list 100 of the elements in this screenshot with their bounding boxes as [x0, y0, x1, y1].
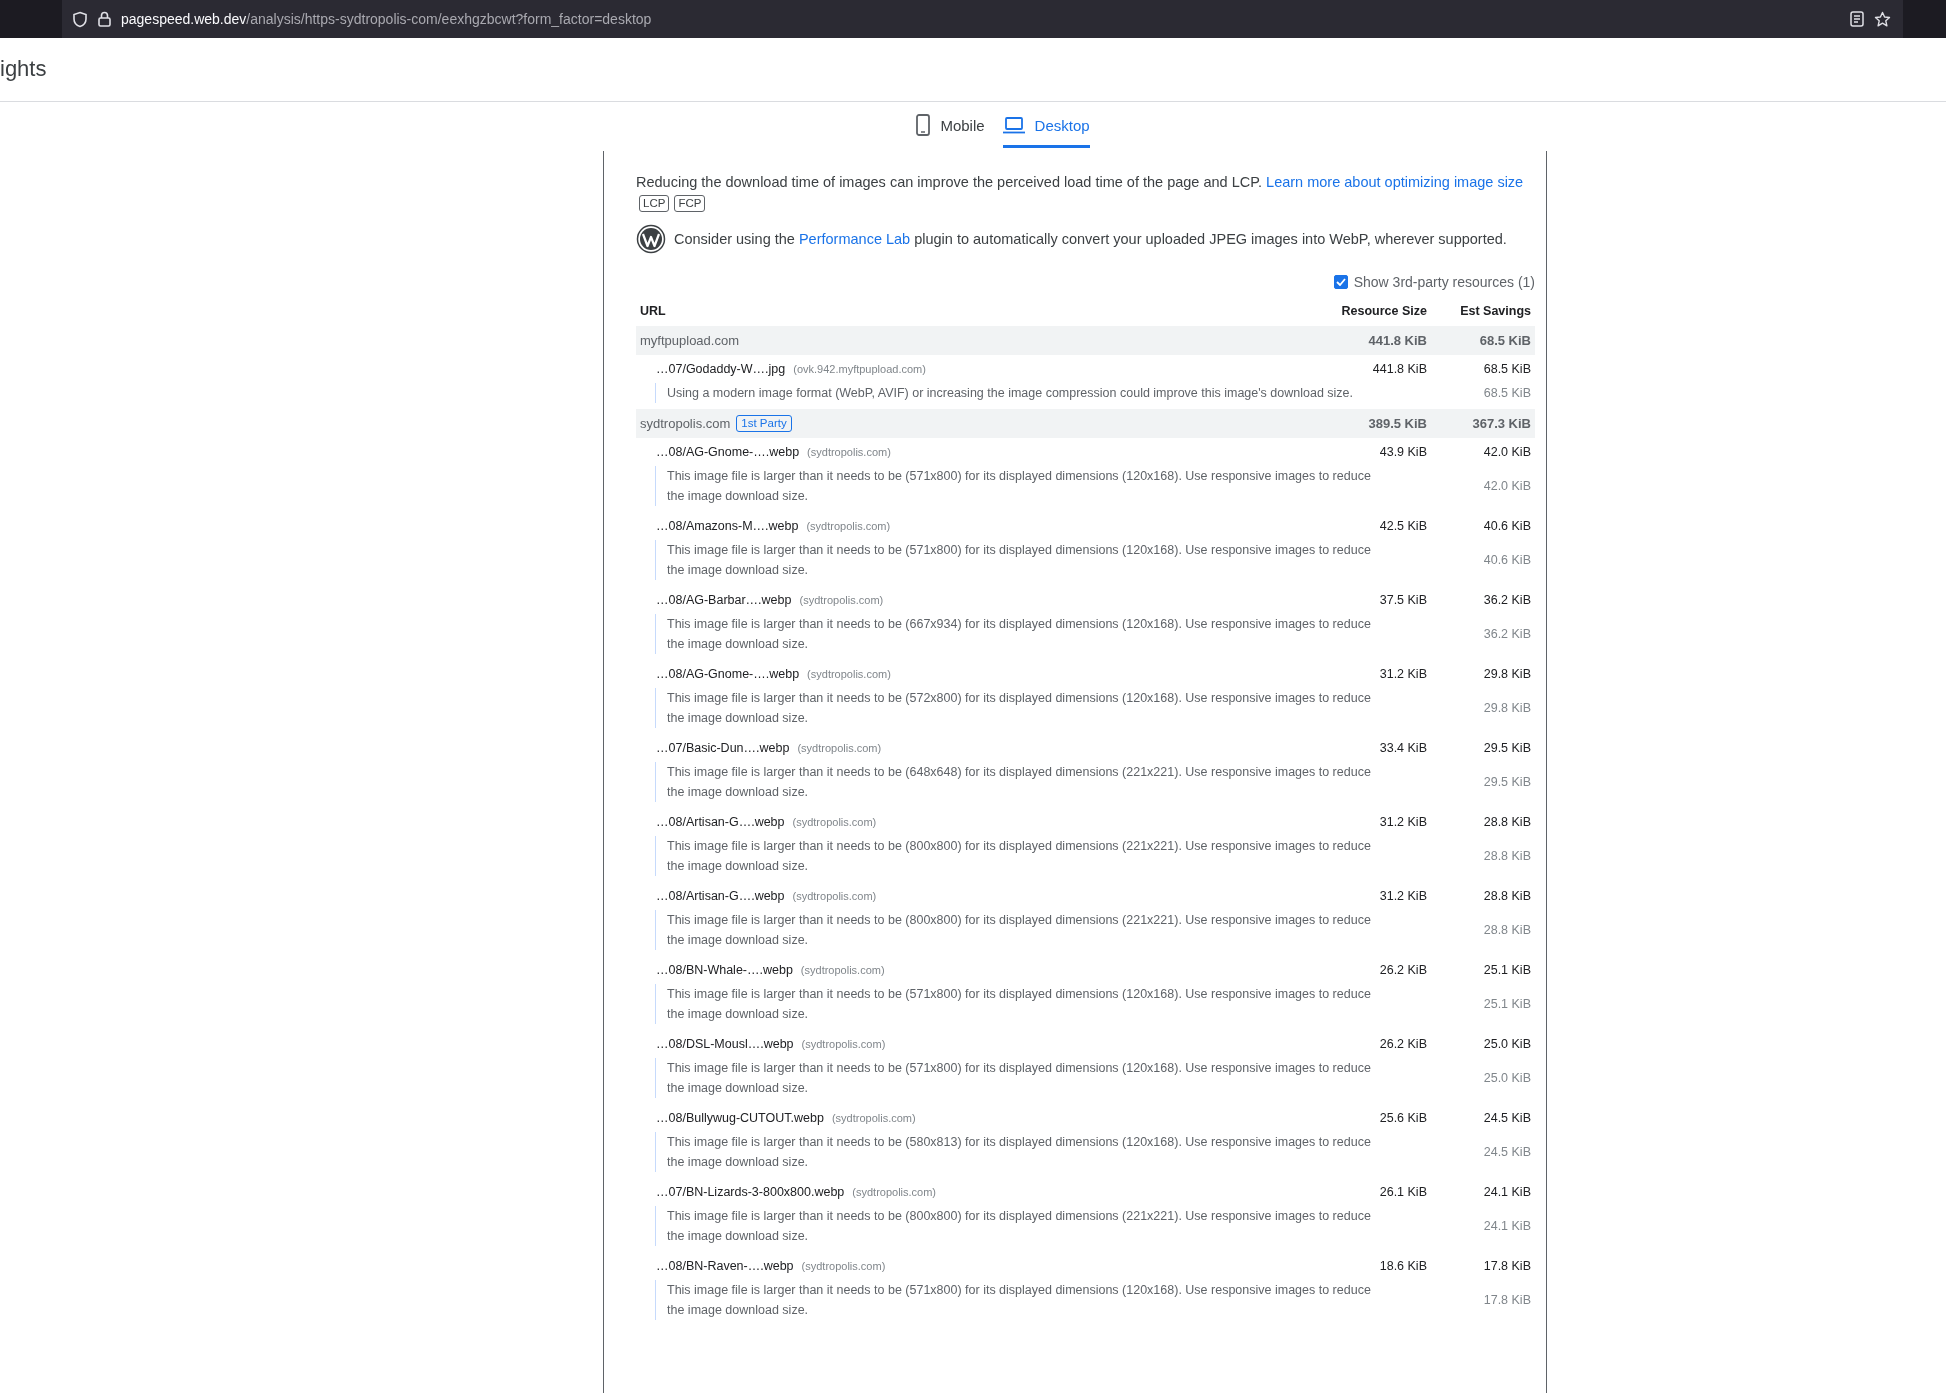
resource-description: This image file is larger than it needs to be (571x800) for its displayed dimensions (120x168). Use responsive images to reduce the image download size. — [666, 468, 1372, 505]
resource-description: Using a modern image format (WebP, AVIF) or increasing the image compression could improve this image's download size. — [666, 385, 1355, 402]
resource-url[interactable]: …08/DSL-Mousl….webp — [656, 1037, 794, 1051]
resource-host: (sydtropolis.com) — [792, 816, 877, 828]
est-savings: 36.2 KiB — [1482, 593, 1532, 607]
resource-size: 26.2 KiB — [1378, 1037, 1427, 1051]
est-savings: 24.1 KiB — [1482, 1219, 1532, 1233]
resource-url[interactable]: …08/AG-Barbar….webp — [656, 593, 792, 607]
resource-size: 18.6 KiB — [1378, 1259, 1427, 1273]
resource-url[interactable]: …08/Artisan-G….webp — [656, 889, 785, 903]
audit-description: Reducing the download time of images can improve the perceived load time of the page and LCP. Learn more about optimizing image size — [636, 173, 1525, 192]
est-savings: 28.8 KiB — [1482, 923, 1532, 937]
est-savings: 29.5 KiB — [1482, 775, 1532, 789]
est-savings: 17.8 KiB — [1482, 1259, 1532, 1273]
resource-size: 31.2 KiB — [1378, 667, 1427, 681]
resource-size: 31.2 KiB — [1378, 815, 1427, 829]
resource-host: (sydtropolis.com) — [800, 964, 885, 976]
resource-description: This image file is larger than it needs to be (571x800) for its displayed dimensions (120x168). Use responsive images to reduce the image download size. — [666, 542, 1372, 579]
resource-description: This image file is larger than it needs to be (800x800) for its displayed dimensions (221x221). Use responsive images to reduce the image download size. — [666, 838, 1372, 875]
est-savings: 24.5 KiB — [1482, 1145, 1532, 1159]
resource-host: (sydtropolis.com) — [799, 594, 884, 606]
resource-size: 33.4 KiB — [1378, 741, 1427, 755]
resource-url[interactable]: …07/Godaddy-W….jpg — [656, 362, 786, 376]
resource-size: 441.8 KiB — [1367, 333, 1427, 348]
est-savings: 367.3 KiB — [1471, 416, 1532, 431]
resource-url[interactable]: …08/BN-Whale-….webp — [656, 963, 793, 977]
resource-url[interactable]: …08/Artisan-G….webp — [656, 815, 785, 829]
est-savings: 24.5 KiB — [1482, 1111, 1532, 1125]
est-savings: 17.8 KiB — [1482, 1293, 1532, 1307]
plugin-link[interactable]: Performance Lab — [798, 231, 911, 247]
column-header: Est Savings — [1459, 304, 1532, 318]
resource-description: This image file is larger than it needs to be (648x648) for its displayed dimensions (221x221). Use responsive images to reduce the image download size. — [666, 764, 1372, 801]
resource-description: This image file is larger than it needs to be (571x800) for its displayed dimensions (120x168). Use responsive images to reduce the image download size. — [666, 1060, 1372, 1097]
resource-description: This image file is larger than it needs to be (571x800) for its displayed dimensions (120x168). Use responsive images to reduce the image download size. — [666, 986, 1372, 1023]
resource-size: 37.5 KiB — [1378, 593, 1427, 607]
resource-host: (sydtropolis.com) — [807, 446, 891, 458]
est-savings: 42.0 KiB — [1482, 445, 1532, 459]
est-savings: 28.8 KiB — [1482, 815, 1532, 829]
checkbox-label[interactable]: Show 3rd-party resources (1) — [1353, 274, 1535, 290]
resource-host: (sydtropolis.com) — [801, 1038, 886, 1050]
shield-icon — [72, 10, 88, 28]
device-tab[interactable]: Mobile — [916, 102, 985, 148]
resource-host: (sydtropolis.com) — [792, 890, 877, 902]
third-party-checkbox[interactable] — [1333, 275, 1348, 289]
resource-size: 26.2 KiB — [1378, 963, 1427, 977]
est-savings: 29.8 KiB — [1482, 667, 1532, 681]
est-savings: 24.1 KiB — [1482, 1185, 1532, 1199]
resource-description: This image file is larger than it needs to be (800x800) for its displayed dimensions (221x221). Use responsive images to reduce the image download size. — [666, 912, 1372, 949]
learn-more-link[interactable]: Learn more about optimizing image size — [1266, 174, 1524, 190]
resource-description: This image file is larger than it needs to be (571x800) for its displayed dimensions (120x168). Use responsive images to reduce the image download size. — [666, 1282, 1372, 1319]
resource-host: (sydtropolis.com) — [797, 742, 882, 754]
metric-tag: FCP — [674, 195, 706, 212]
est-savings: 36.2 KiB — [1482, 627, 1532, 641]
resource-size: 43.9 KiB — [1378, 445, 1427, 459]
resource-size: 389.5 KiB — [1367, 416, 1427, 431]
resource-size: 26.1 KiB — [1378, 1185, 1427, 1199]
address-bar[interactable]: pagespeed.web.dev/analysis/https-sydtropolis-com/eexhgzbcwt?form_factor=desktop — [62, 0, 1903, 38]
est-savings: 25.1 KiB — [1482, 997, 1532, 1011]
est-savings: 25.0 KiB — [1482, 1037, 1532, 1051]
est-savings: 42.0 KiB — [1482, 479, 1532, 493]
column-header: URL — [639, 304, 667, 318]
reader-view-icon[interactable] — [1850, 11, 1864, 27]
resource-url[interactable]: …08/AG-Gnome-….webp — [656, 667, 800, 681]
party-badge: 1st Party — [736, 415, 792, 432]
resource-url[interactable]: …07/Basic-Dun….webp — [656, 741, 790, 755]
resource-description: This image file is larger than it needs to be (580x813) for its displayed dimensions (120x168). Use responsive images to reduce the image download size. — [666, 1134, 1372, 1171]
est-savings: 25.1 KiB — [1482, 963, 1532, 977]
est-savings: 28.8 KiB — [1482, 889, 1532, 903]
resource-size: 441.8 KiB — [1371, 362, 1427, 376]
column-header: Resource Size — [1340, 304, 1427, 318]
metric-tag: LCP — [639, 195, 670, 212]
est-savings: 68.5 KiB — [1482, 386, 1532, 400]
page-title: ights — [0, 55, 47, 82]
resource-size: 25.6 KiB — [1378, 1111, 1427, 1125]
resource-url[interactable]: …08/Bullywug-CUTOUT.webp — [656, 1111, 824, 1125]
resource-size: 31.2 KiB — [1378, 889, 1427, 903]
star-icon[interactable] — [1874, 10, 1891, 28]
resource-url[interactable]: …08/AG-Gnome-….webp — [656, 445, 800, 459]
resource-host: (sydtropolis.com) — [806, 520, 891, 532]
est-savings: 25.0 KiB — [1482, 1071, 1532, 1085]
plugin-recommendation: Consider using the Performance Lab plugin to automatically convert your uploaded JPEG images into WebP, wherever supported. — [674, 230, 1507, 249]
est-savings: 29.5 KiB — [1482, 741, 1532, 755]
est-savings: 68.5 KiB — [1482, 362, 1532, 376]
lock-icon — [98, 11, 111, 27]
resource-host: (sydtropolis.com) — [852, 1186, 937, 1198]
group-domain: myftpupload.com — [640, 333, 739, 348]
est-savings: 29.8 KiB — [1482, 701, 1532, 715]
resource-host: (sydtropolis.com) — [807, 668, 891, 680]
resource-description: This image file is larger than it needs to be (667x934) for its displayed dimensions (120x168). Use responsive images to reduce the image download size. — [666, 616, 1372, 653]
laptop-icon — [1002, 116, 1025, 134]
resource-url[interactable]: …08/BN-Raven-….webp — [656, 1259, 794, 1273]
resource-size: 42.5 KiB — [1378, 519, 1427, 533]
phone-icon — [916, 114, 931, 136]
est-savings: 40.6 KiB — [1482, 553, 1532, 567]
resource-url[interactable]: …08/Amazons-M….webp — [656, 519, 799, 533]
resource-description: This image file is larger than it needs to be (800x800) for its displayed dimensions (221x221). Use responsive images to reduce the image download size. — [666, 1208, 1372, 1245]
device-tab[interactable]: Desktop — [1002, 102, 1090, 148]
resource-host: (sydtropolis.com) — [831, 1112, 916, 1124]
resource-url[interactable]: …07/BN-Lizards-3-800x800.webp — [656, 1185, 845, 1199]
est-savings: 28.8 KiB — [1482, 849, 1532, 863]
